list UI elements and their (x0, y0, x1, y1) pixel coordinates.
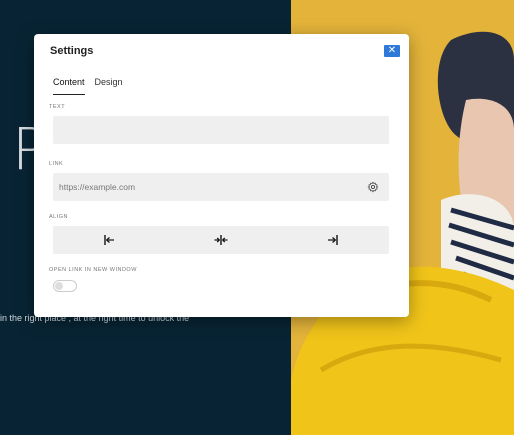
tab-bar: Content Design (53, 77, 123, 95)
text-field-label: TEXT (49, 104, 66, 110)
link-input[interactable] (53, 173, 389, 201)
toggle-knob (55, 282, 63, 290)
text-input[interactable] (53, 116, 389, 144)
gear-icon[interactable] (367, 181, 379, 193)
align-right-button[interactable] (323, 230, 343, 250)
settings-modal: Settings ✕ Content Design TEXT LINK ALIG… (34, 34, 409, 317)
align-field-label: ALIGN (49, 214, 69, 220)
align-left-icon (104, 235, 114, 245)
new-window-label: OPEN LINK IN NEW WINDOW (49, 267, 137, 273)
text-field[interactable] (53, 116, 389, 144)
align-left-button[interactable] (99, 230, 119, 250)
close-button[interactable]: ✕ (384, 45, 400, 57)
new-window-toggle[interactable] (53, 280, 77, 292)
align-center-icon (214, 235, 228, 245)
close-icon: ✕ (387, 45, 397, 56)
align-right-icon (328, 235, 338, 245)
tab-design[interactable]: Design (95, 77, 123, 95)
align-center-button[interactable] (211, 230, 231, 250)
modal-title: Settings (50, 45, 94, 57)
link-field[interactable] (53, 173, 389, 201)
align-control (53, 226, 389, 254)
link-field-label: LINK (49, 161, 64, 167)
tab-content[interactable]: Content (53, 77, 85, 95)
